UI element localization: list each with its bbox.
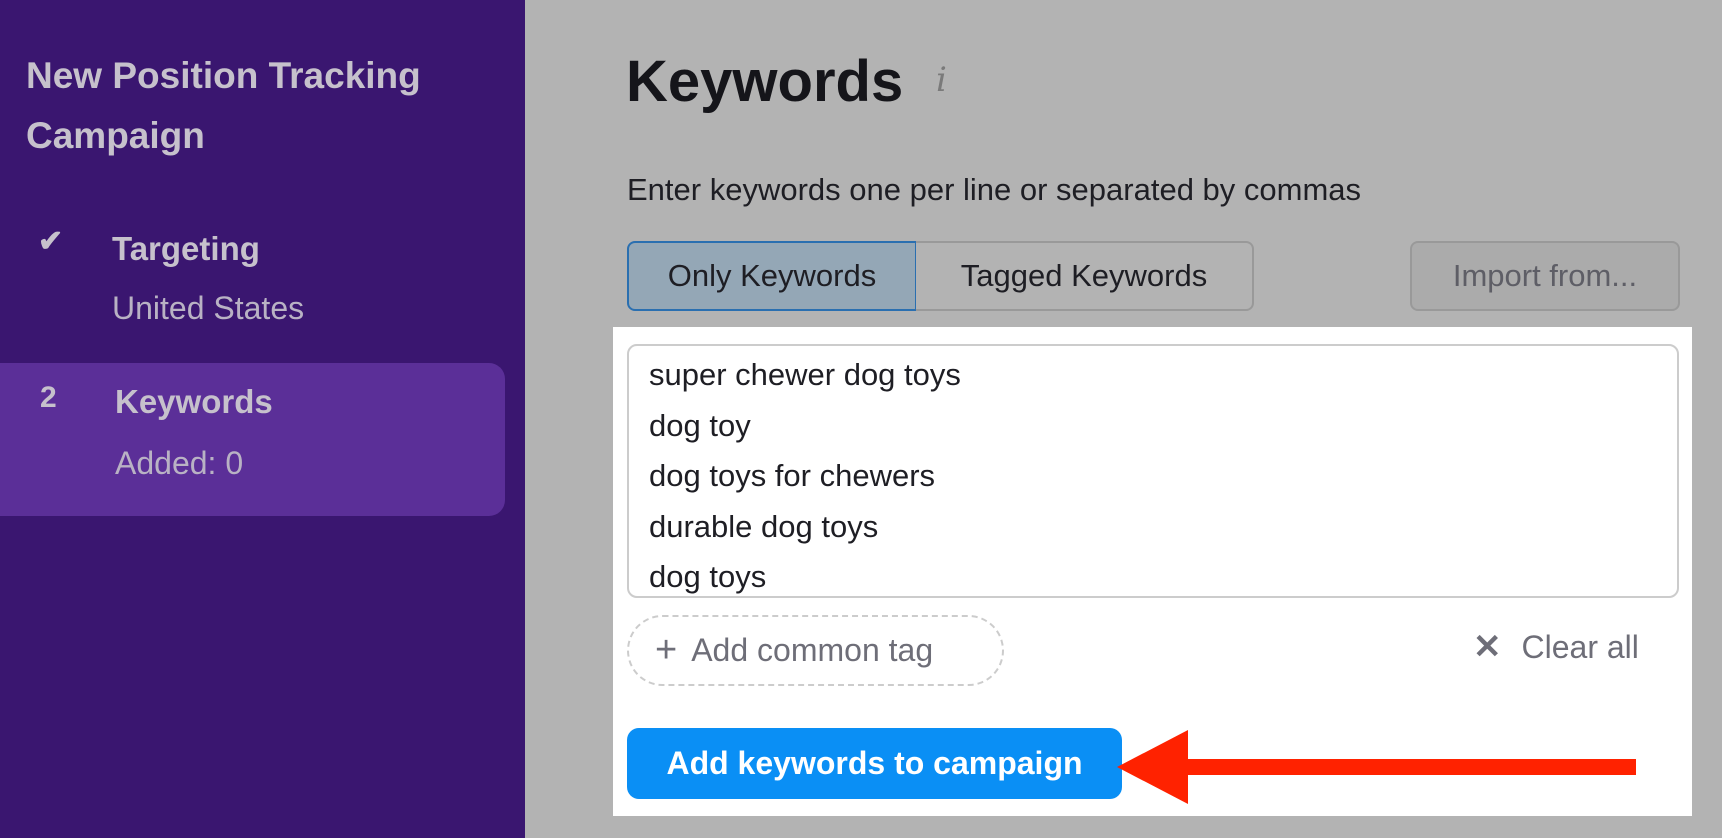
add-tag-label: Add common tag [691, 632, 934, 668]
step-sub: United States [112, 290, 305, 326]
keyword-line: super chewer dog toys [649, 357, 961, 392]
keywords-textarea[interactable]: super chewer dog toys dog toy dog toys f… [627, 344, 1679, 598]
keyword-line: dog toys [649, 559, 767, 594]
add-keywords-button[interactable]: Add keywords to campaign [627, 728, 1122, 799]
annotation-arrow-icon [1117, 730, 1636, 804]
checkmark-icon: ✔ [38, 225, 64, 258]
tab-tagged-keywords[interactable]: Tagged Keywords [916, 241, 1254, 311]
close-icon: ✕ [1473, 628, 1502, 666]
step-targeting[interactable]: ✔ Targeting United States [0, 220, 505, 350]
keyword-line: dog toys for chewers [649, 458, 936, 493]
step-label: Targeting [112, 230, 260, 267]
keyword-line: dog toy [649, 407, 751, 443]
keyword-line: durable dog toys [649, 508, 879, 544]
clear-all-label: Clear all [1521, 628, 1639, 665]
step-number: 2 [40, 381, 57, 414]
step-label: Keywords [115, 383, 273, 420]
campaign-title: New Position Tracking Campaign [26, 55, 421, 156]
plus-icon: + [655, 629, 678, 671]
info-icon[interactable]: i [936, 60, 947, 100]
page-title: Keywords [626, 49, 904, 114]
arrow-head [1117, 730, 1188, 804]
step-keywords[interactable]: 2 Keywords Added: 0 [0, 363, 505, 516]
import-button[interactable]: Import from... [1410, 241, 1680, 311]
arrow-shaft [1185, 759, 1636, 775]
instructions: Enter keywords one per line or separated… [627, 172, 1362, 207]
add-common-tag-button[interactable]: + Add common tag [627, 615, 1004, 686]
clear-all-button[interactable]: ✕ Clear all [1473, 627, 1639, 667]
tab-only-keywords[interactable]: Only Keywords [627, 241, 917, 311]
sidebar: New Position Tracking Campaign ✔ Targeti… [0, 0, 525, 838]
step-sub: Added: 0 [115, 445, 244, 481]
